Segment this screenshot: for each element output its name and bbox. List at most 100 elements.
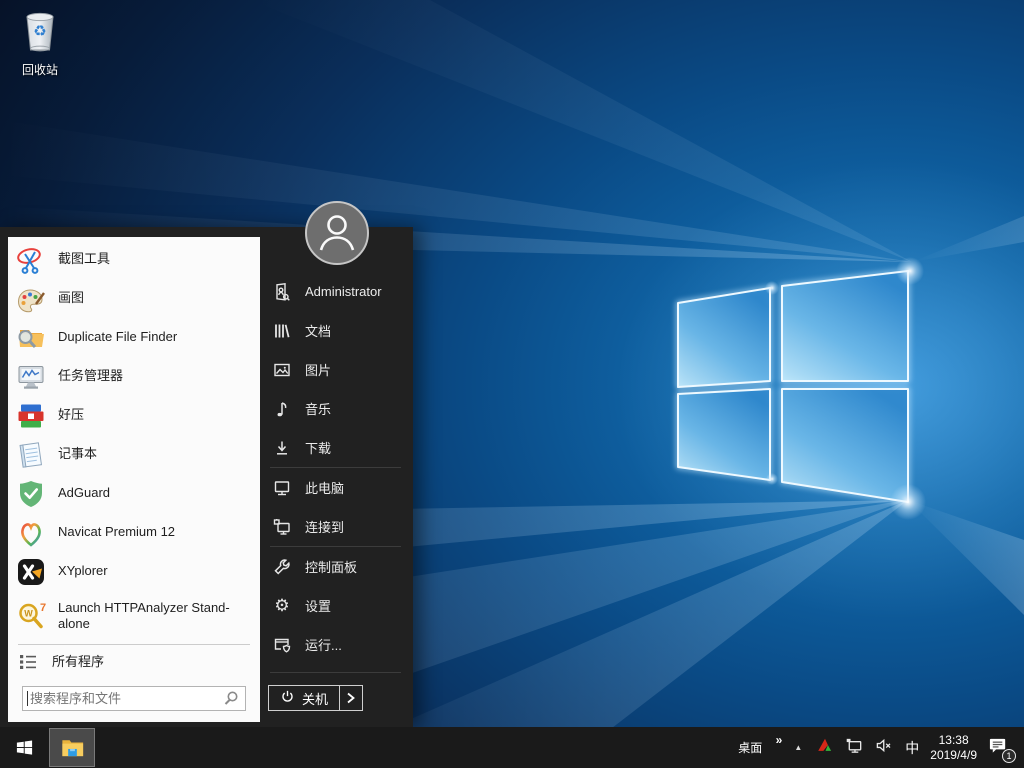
paint-icon [16,284,46,314]
xyplorer-icon [16,557,46,587]
start-search [22,686,246,711]
user-avatar[interactable] [305,201,369,265]
start-menu-places-panel: Administrator 文档 [260,227,413,727]
documents-label: 文档 [305,321,331,340]
program-item-navicat[interactable]: Navicat Premium 12 [8,513,260,552]
text-caret [27,691,28,706]
connect-to-item[interactable]: 连接到 [260,507,413,546]
network-icon[interactable] [845,736,864,760]
run-label: 运行... [305,635,342,654]
adguard-icon [16,479,46,509]
program-item-duplicate-file-finder[interactable]: Duplicate File Finder [8,318,260,357]
this-pc-icon [272,478,292,498]
user-card-icon [272,282,292,302]
program-label: XYplorer [58,563,108,579]
svg-text:W: W [24,609,33,619]
file-explorer-icon [59,734,86,761]
pictures-icon [272,360,292,380]
chevron-right-icon [346,692,356,704]
program-item-haozip[interactable]: 好压 [8,396,260,435]
recycle-bin-label: 回收站 [22,61,58,78]
program-item-xyplorer[interactable]: XYplorer [8,552,260,591]
program-label: 画图 [58,290,84,306]
music-label: 音乐 [305,399,331,418]
documents-icon [272,321,292,341]
program-item-task-manager[interactable]: 任务管理器 [8,357,260,396]
program-label: 好压 [58,407,84,423]
recycle-bin-icon: ♻ [19,8,61,59]
all-programs-button[interactable]: 所有程序 [8,645,260,679]
start-menu: 截图工具 画图 [0,227,413,727]
windows-logo-icon [15,738,34,757]
control-panel-item[interactable]: 控制面板 [260,547,413,586]
program-label: 记事本 [58,446,97,462]
all-programs-icon [18,647,38,677]
shutdown-label: 关机 [302,689,328,708]
power-icon [280,689,295,707]
divider [270,672,401,673]
program-label: Duplicate File Finder [58,329,177,345]
program-label: 任务管理器 [58,368,123,384]
all-programs-label: 所有程序 [52,654,104,670]
program-label: Launch HTTPAnalyzer Stand-alone [58,600,260,633]
ime-indicator[interactable]: 中 [905,738,919,758]
search-icon[interactable] [223,690,239,711]
taskbar-clock[interactable]: 13:38 2019/4/9 [930,733,977,763]
program-item-snipping-tool[interactable]: 截图工具 [8,240,260,279]
httpanalyzer-icon: W 7 [16,601,46,631]
desktop-toolbar-label: 桌面 [738,739,762,756]
places-list: Administrator 文档 [260,272,413,673]
run-item[interactable]: 运行... [260,625,413,664]
chevron-double-icon: » [776,733,781,747]
settings-label: 设置 [305,596,331,615]
program-label: AdGuard [58,485,110,501]
program-item-adguard[interactable]: AdGuard [8,474,260,513]
volume-muted-icon[interactable] [875,736,894,760]
program-label: Navicat Premium 12 [58,524,175,540]
downloads-label: 下载 [305,438,331,457]
pictures-label: 图片 [305,360,331,379]
control-panel-label: 控制面板 [305,557,357,576]
recycle-bin[interactable]: ♻ 回收站 [10,8,70,78]
music-icon [272,399,292,419]
program-item-httpanalyzer[interactable]: W 7 Launch HTTPAnalyzer Stand-alone [8,591,260,641]
snipping-tool-icon [16,245,46,275]
downloads-icon [272,438,292,458]
task-manager-icon [16,362,46,392]
file-explorer-taskbar-button[interactable] [49,728,95,767]
shutdown-controls: 关机 [268,685,363,711]
wrench-icon [272,557,292,577]
program-item-paint[interactable]: 画图 [8,279,260,318]
start-button[interactable] [0,727,48,768]
music-item[interactable]: 音乐 [260,389,413,428]
start-search-input[interactable] [22,686,246,711]
show-hidden-icons-button[interactable]: ▲ [791,743,805,752]
pictures-item[interactable]: 图片 [260,350,413,389]
svg-text:♻: ♻ [33,23,46,40]
start-menu-programs-panel: 截图工具 画图 [8,237,260,722]
connect-to-label: 连接到 [305,517,344,536]
connect-to-icon [272,517,292,537]
desktop: ♻ 回收站 截图工具 [0,0,1024,768]
settings-item[interactable]: ⚙ 设置 [260,586,413,625]
haozip-icon [16,401,46,431]
notification-center-button[interactable]: 1 [988,735,1012,761]
user-name-label: Administrator [305,284,382,299]
documents-item[interactable]: 文档 [260,311,413,350]
run-icon [272,635,292,655]
this-pc-item[interactable]: 此电脑 [260,468,413,507]
system-tray: 桌面 » ▲ [727,727,1024,768]
clock-date: 2019/4/9 [930,748,977,763]
tray-app-icon[interactable] [816,736,834,759]
this-pc-label: 此电脑 [305,478,344,497]
shutdown-button[interactable]: 关机 [269,686,339,710]
user-silhouette-icon [307,203,367,263]
notepad-icon [16,440,46,470]
clock-time: 13:38 [930,733,977,748]
desktop-toolbar-button[interactable]: 桌面 » [738,727,780,768]
user-profile-item[interactable]: Administrator [260,272,413,311]
shutdown-options-arrow[interactable] [339,686,362,710]
downloads-item[interactable]: 下载 [260,428,413,467]
program-item-notepad[interactable]: 记事本 [8,435,260,474]
duplicate-file-finder-icon [16,323,46,353]
